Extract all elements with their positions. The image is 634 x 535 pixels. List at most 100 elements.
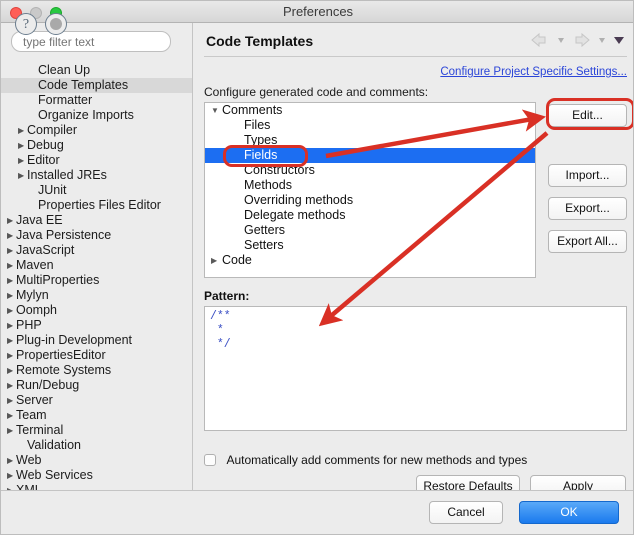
sidebar-item-label: Run/Debug — [16, 378, 80, 392]
auto-comments-checkbox[interactable] — [204, 454, 216, 466]
sidebar-item-properties-files-editor[interactable]: Properties Files Editor — [1, 198, 193, 213]
tree-row[interactable]: ▼ Comments — [205, 103, 535, 118]
sidebar-item-propertieseditor[interactable]: ▶ PropertiesEditor — [1, 348, 193, 363]
chevron-right-icon[interactable]: ▶ — [7, 243, 16, 258]
back-dropdown-icon[interactable] — [556, 32, 566, 48]
chevron-right-icon[interactable]: ▶ — [7, 258, 16, 273]
chevron-right-icon[interactable]: ▶ — [7, 213, 16, 228]
auto-comments-row[interactable]: Automatically add comments for new metho… — [204, 451, 527, 469]
sidebar-item-editor[interactable]: ▶ Editor — [1, 153, 193, 168]
sidebar-item-compiler[interactable]: ▶ Compiler — [1, 123, 193, 138]
back-arrow-icon[interactable] — [529, 32, 551, 48]
chevron-right-icon[interactable]: ▶ — [7, 348, 16, 363]
chevron-down-icon[interactable]: ▼ — [211, 103, 222, 118]
sidebar-item-junit[interactable]: JUnit — [1, 183, 193, 198]
sidebar-item-php[interactable]: ▶ PHP — [1, 318, 193, 333]
chevron-right-icon[interactable]: ▶ — [7, 333, 16, 348]
ok-button[interactable]: OK — [519, 501, 619, 524]
sidebar-divider — [192, 23, 193, 490]
import-button[interactable]: Import... — [548, 164, 627, 187]
tree-row[interactable]: ▶ Code — [205, 253, 535, 268]
tree-row[interactable]: Methods — [205, 178, 535, 193]
chevron-right-icon[interactable]: ▶ — [7, 483, 16, 490]
tree-row[interactable]: Types — [205, 133, 535, 148]
sidebar-item-validation[interactable]: Validation — [1, 438, 193, 453]
tree-row[interactable]: Fields — [205, 148, 535, 163]
menu-chevron-down-icon[interactable] — [611, 32, 627, 48]
chevron-right-icon[interactable]: ▶ — [7, 423, 16, 438]
sidebar-item-team[interactable]: ▶ Team — [1, 408, 193, 423]
sidebar-item-server[interactable]: ▶ Server — [1, 393, 193, 408]
chevron-right-icon[interactable]: ▶ — [7, 228, 16, 243]
forward-arrow-icon[interactable] — [570, 32, 592, 48]
pattern-textarea[interactable]: /** * */ — [204, 306, 627, 431]
tree-row[interactable]: Constructors — [205, 163, 535, 178]
chevron-right-icon[interactable]: ▶ — [18, 123, 27, 138]
sidebar-item-label: PHP — [16, 318, 42, 332]
sidebar-item-formatter[interactable]: Formatter — [1, 93, 193, 108]
chevron-right-icon[interactable]: ▶ — [7, 273, 16, 288]
chevron-right-icon[interactable]: ▶ — [7, 363, 16, 378]
chevron-right-icon[interactable]: ▶ — [211, 253, 222, 268]
navigation-icons — [529, 31, 627, 49]
chevron-right-icon[interactable]: ▶ — [7, 408, 16, 423]
sidebar-item-label: XML — [16, 483, 42, 490]
sidebar-item-mylyn[interactable]: ▶ Mylyn — [1, 288, 193, 303]
chevron-right-icon[interactable]: ▶ — [7, 288, 16, 303]
sidebar-item-label: Terminal — [16, 423, 64, 437]
sidebar-item-label: PropertiesEditor — [16, 348, 106, 362]
sidebar-item-run-debug[interactable]: ▶ Run/Debug — [1, 378, 193, 393]
sidebar-item-javascript[interactable]: ▶ JavaScript — [1, 243, 193, 258]
tree-row[interactable]: Getters — [205, 223, 535, 238]
sidebar-tree[interactable]: Clean Up Code Templates Formatter Organize … — [1, 63, 193, 490]
chevron-right-icon[interactable]: ▶ — [7, 303, 16, 318]
sidebar-item-java-ee[interactable]: ▶ Java EE — [1, 213, 193, 228]
configure-project-specific-settings-link[interactable]: Configure Project Specific Settings... — [440, 66, 627, 78]
sidebar-item-web-services[interactable]: ▶ Web Services — [1, 468, 193, 483]
sidebar-item-maven[interactable]: ▶ Maven — [1, 258, 193, 273]
chevron-right-icon[interactable]: ▶ — [7, 378, 16, 393]
tree-row-label: Constructors — [244, 163, 315, 177]
title-bar: Preferences — [1, 1, 633, 23]
export-all-button[interactable]: Export All... — [548, 230, 627, 253]
sidebar-item-multiproperties[interactable]: ▶ MultiProperties — [1, 273, 193, 288]
export-button[interactable]: Export... — [548, 197, 627, 220]
sidebar-item-web[interactable]: ▶ Web — [1, 453, 193, 468]
sidebar-item-label: Clean Up — [38, 63, 91, 77]
sidebar-item-clean-up[interactable]: Clean Up — [1, 63, 193, 78]
sidebar-item-plug-in-development[interactable]: ▶ Plug-in Development — [1, 333, 193, 348]
tree-row[interactable]: Delegate methods — [205, 208, 535, 223]
sidebar-item-terminal[interactable]: ▶ Terminal — [1, 423, 193, 438]
sidebar-item-label: Debug — [27, 138, 64, 152]
chevron-right-icon[interactable]: ▶ — [18, 153, 27, 168]
sidebar-item-organize-imports[interactable]: Organize Imports — [1, 108, 193, 123]
tree-row[interactable]: Files — [205, 118, 535, 133]
sidebar-item-java-persistence[interactable]: ▶ Java Persistence — [1, 228, 193, 243]
sidebar-item-label: Code Templates — [38, 78, 129, 92]
sidebar-item-label: Plug-in Development — [16, 333, 133, 347]
sidebar-item-remote-systems[interactable]: ▶ Remote Systems — [1, 363, 193, 378]
tree-row-label: Getters — [244, 223, 285, 237]
sidebar-item-code-templates[interactable]: Code Templates — [1, 78, 193, 93]
tree-row-label: Setters — [244, 238, 284, 252]
sidebar-item-oomph[interactable]: ▶ Oomph — [1, 303, 193, 318]
sidebar-item-installed-jres[interactable]: ▶ Installed JREs — [1, 168, 193, 183]
sidebar-item-label: JUnit — [38, 183, 67, 197]
chevron-right-icon[interactable]: ▶ — [7, 318, 16, 333]
tree-row-label: Types — [244, 133, 278, 147]
cancel-button[interactable]: Cancel — [429, 501, 503, 524]
record-icon-dot — [50, 18, 62, 30]
sidebar-item-label: Java EE — [16, 213, 63, 227]
sidebar-item-debug[interactable]: ▶ Debug — [1, 138, 193, 153]
code-templates-tree[interactable]: ▼ Comments Files Types Fields Constructors Met… — [204, 102, 536, 278]
chevron-right-icon[interactable]: ▶ — [18, 168, 27, 183]
edit-button[interactable]: Edit... — [548, 104, 627, 127]
forward-dropdown-icon[interactable] — [597, 32, 607, 48]
chevron-right-icon[interactable]: ▶ — [7, 468, 16, 483]
tree-row[interactable]: Setters — [205, 238, 535, 253]
tree-row[interactable]: Overriding methods — [205, 193, 535, 208]
sidebar-item-xml[interactable]: ▶XML — [1, 483, 193, 490]
chevron-right-icon[interactable]: ▶ — [18, 138, 27, 153]
chevron-right-icon[interactable]: ▶ — [7, 393, 16, 408]
chevron-right-icon[interactable]: ▶ — [7, 453, 16, 468]
